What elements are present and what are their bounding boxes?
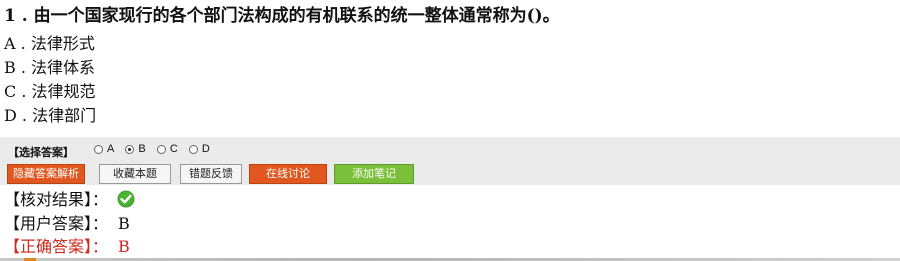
user-answer-line: 【用户答案】： B: [4, 213, 130, 235]
user-answer-label: 【用户答案】：: [4, 214, 109, 233]
online-discuss-button[interactable]: 在线讨论: [249, 164, 327, 184]
option-c: C . 法律规范: [4, 82, 96, 101]
add-note-button[interactable]: 添加笔记: [334, 164, 414, 184]
check-result-line: 【核对结果】：: [4, 189, 135, 211]
option-d: D . 法律部门: [4, 106, 97, 125]
radio-d[interactable]: D: [188, 143, 210, 155]
hide-analysis-button[interactable]: 隐藏答案解析: [7, 164, 85, 184]
user-answer-value: B: [118, 214, 130, 233]
radio-circle-icon[interactable]: [94, 144, 103, 154]
radio-circle-icon[interactable]: [188, 144, 198, 154]
error-feedback-button[interactable]: 错题反馈: [180, 164, 242, 184]
radio-a[interactable]: A: [94, 143, 114, 155]
green-checkmark-icon: [117, 190, 135, 208]
radio-circle-icon[interactable]: [156, 144, 166, 154]
correct-answer-value: B: [118, 237, 130, 256]
answer-panel: 【选择答案】 A B C D 隐藏答案解析 收藏本题 错题反馈 在线讨论 添加笔…: [0, 137, 900, 185]
radio-label: C: [169, 143, 178, 155]
answer-radio-group: A B C D: [94, 143, 218, 157]
radio-label: A: [107, 143, 115, 155]
radio-circle-checked-icon[interactable]: [125, 144, 135, 154]
correct-answer-line: 【正确答案】： B: [4, 236, 130, 258]
check-result-label: 【核对结果】：: [4, 190, 109, 209]
radio-label: D: [201, 143, 210, 155]
option-b: B . 法律体系: [4, 58, 96, 77]
radio-c[interactable]: C: [156, 143, 178, 155]
radio-b[interactable]: B: [125, 143, 146, 155]
correct-answer-label: 【正确答案】：: [4, 237, 109, 256]
radio-label: B: [138, 143, 146, 155]
option-a: A . 法律形式: [4, 34, 95, 53]
favorite-button[interactable]: 收藏本题: [99, 164, 171, 184]
choose-answer-label: 【选择答案】: [8, 147, 74, 159]
question-title: 1 . 由一个国家现行的各个部门法构成的有机联系的统一整体通常称为()。: [4, 6, 560, 26]
